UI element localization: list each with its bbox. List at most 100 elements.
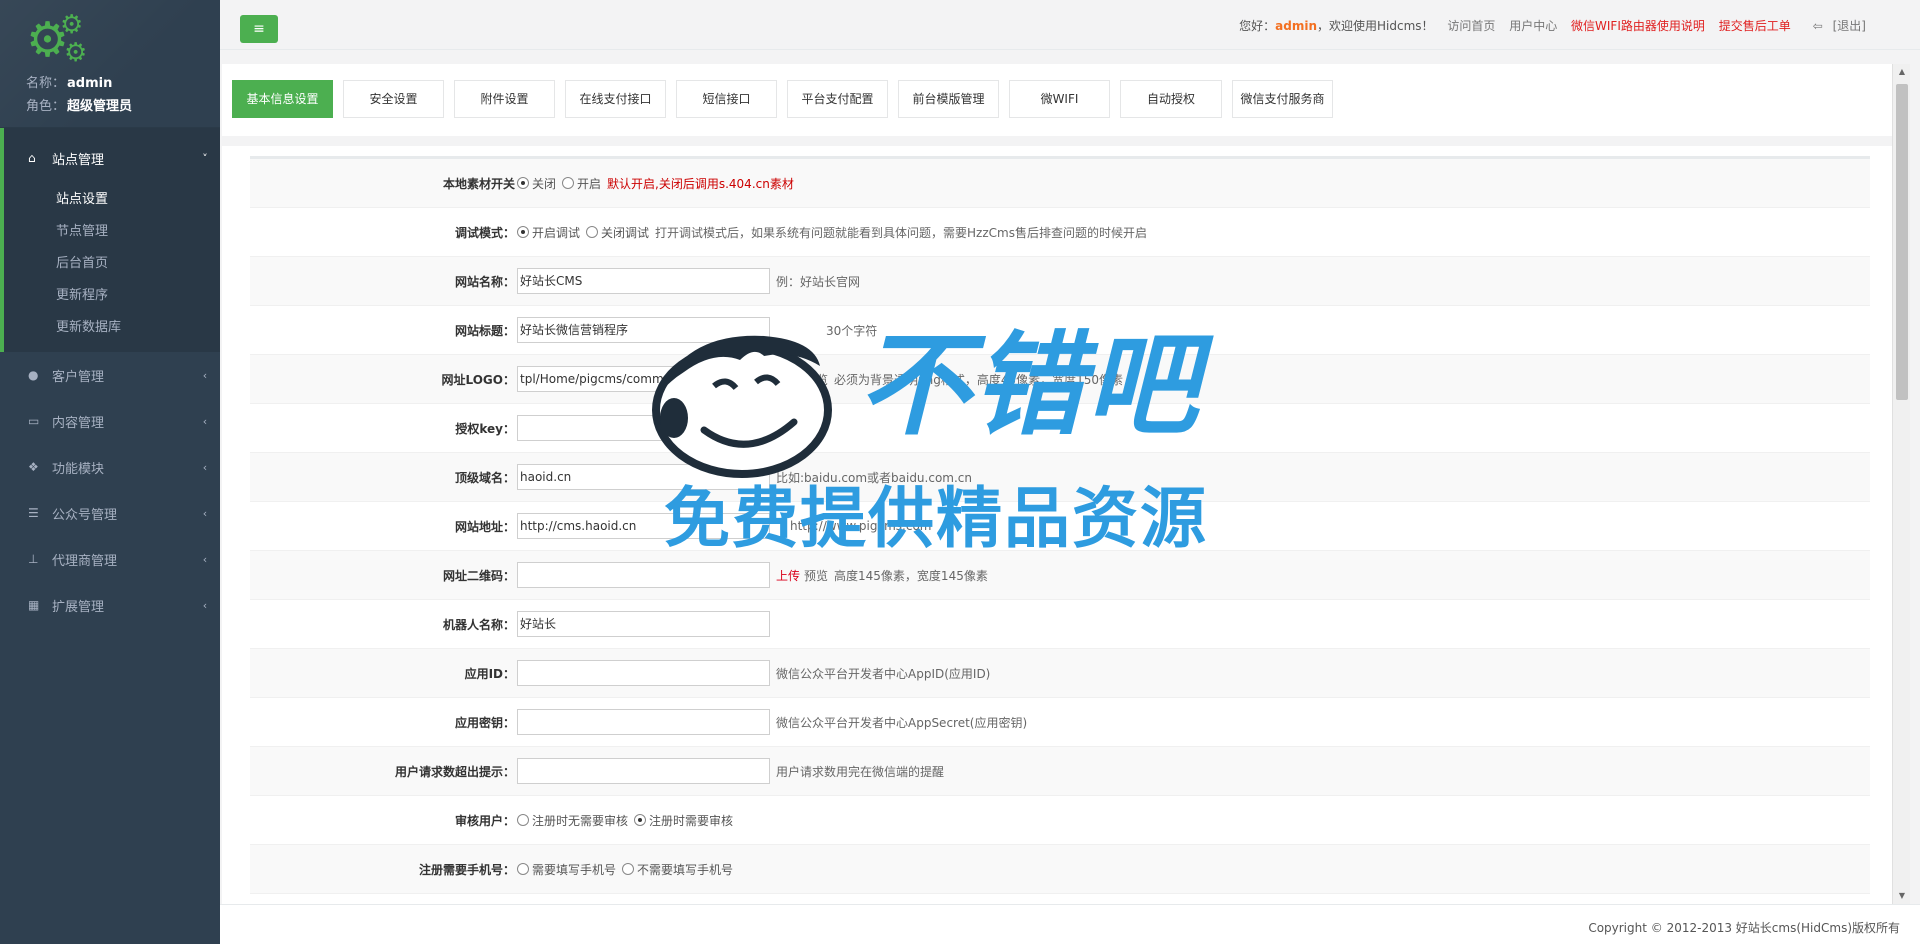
row-site-name: 网站名称： 好站长CMS 例：好站长官网 xyxy=(250,257,1870,306)
vertical-scrollbar[interactable]: ▲ ▼ xyxy=(1892,64,1910,904)
site-submenu: 站点设置 节点管理 后台首页 更新程序 更新数据库 xyxy=(4,184,220,352)
appid-input[interactable] xyxy=(517,660,770,686)
over-limit-input[interactable] xyxy=(517,758,770,784)
sidebar-item-content[interactable]: ▭ 内容管理 ‹ xyxy=(0,398,220,444)
sidebar-item-customers[interactable]: ● 客户管理 ‹ xyxy=(0,352,220,398)
row-local-material: 本地素材开关 关闭 开启 默认开启,关闭后调用s.404.cn素材 xyxy=(250,159,1870,208)
logo-upload-link[interactable]: 上传 xyxy=(776,371,800,388)
qrcode-input[interactable] xyxy=(517,562,770,588)
row-qrcode: 网址二维码： 上传 预览 高度145像素，宽度145像素 xyxy=(250,551,1870,600)
submenu-node-manage[interactable]: 节点管理 xyxy=(4,216,220,248)
logo-url-input[interactable]: tpl/Home/pigcms/common/images/logo-pigcm… xyxy=(517,366,770,392)
logout-link[interactable]: ⇦ [退出] xyxy=(1803,19,1866,33)
tab-attachment[interactable]: 附件设置 xyxy=(454,80,555,118)
field-hint: http://www.pigcms.com xyxy=(790,519,932,533)
debug-on-radio[interactable]: 开启调试 xyxy=(517,224,580,241)
tab-basic-info[interactable]: 基本信息设置 xyxy=(232,80,333,118)
radio-label: 开启调试 xyxy=(532,225,581,240)
row-appid: 应用ID： 微信公众平台开发者中心AppID(应用ID) xyxy=(250,649,1870,698)
field-hint: 高度145像素，宽度145像素 xyxy=(834,568,988,583)
submenu-site-settings[interactable]: 站点设置 xyxy=(4,184,220,216)
scroll-up-icon[interactable]: ▲ xyxy=(1893,64,1911,80)
field-label: 网址LOGO： xyxy=(441,372,515,387)
role-label: 角色： xyxy=(26,99,66,114)
submenu-update-database[interactable]: 更新数据库 xyxy=(4,312,220,344)
sidebar-item-modules[interactable]: ❖ 功能模块 ‹ xyxy=(0,444,220,490)
sidebar-item-modules-header[interactable]: ❖ 功能模块 ‹ xyxy=(0,444,220,490)
audit-no-radio[interactable]: 注册时无需要审核 xyxy=(517,812,628,829)
tab-online-payment[interactable]: 在线支付接口 xyxy=(565,80,666,118)
phone-not-required-radio[interactable]: 不需要填写手机号 xyxy=(622,861,733,878)
visit-home-link[interactable]: 访问首页 xyxy=(1447,19,1495,33)
row-site-title: 网站标题： 好站长微信营销程序 30个字符 xyxy=(250,306,1870,355)
sidebar-item-label: 客户管理 xyxy=(52,369,105,385)
sidebar-item-extensions[interactable]: ▦ 扩展管理 ‹ xyxy=(0,582,220,628)
user-icon: ● xyxy=(28,368,39,382)
chevron-left-icon: ‹ xyxy=(202,598,208,612)
debug-off-radio[interactable]: 关闭调试 xyxy=(586,224,649,241)
tab-security[interactable]: 安全设置 xyxy=(343,80,444,118)
field-label: 审核用户： xyxy=(454,813,515,828)
profile-role: 角色： 超级管理员 xyxy=(26,95,220,114)
wifi-router-guide-link[interactable]: 微信WIFI路由器使用说明 xyxy=(1571,19,1705,33)
field-hint: 默认开启,关闭后调用s.404.cn素材 xyxy=(607,176,794,191)
appsecret-input[interactable] xyxy=(517,709,770,735)
tab-sms[interactable]: 短信接口 xyxy=(676,80,777,118)
radio-label: 开启 xyxy=(577,176,602,191)
scroll-down-icon[interactable]: ▼ xyxy=(1893,888,1911,904)
menu-toggle-button[interactable]: ≡ xyxy=(240,15,278,43)
submit-ticket-link[interactable]: 提交售后工单 xyxy=(1719,19,1791,33)
robot-name-input[interactable]: 好站长 xyxy=(517,611,770,637)
sidebar-item-official-accounts-header[interactable]: ☰ 公众号管理 ‹ xyxy=(0,490,220,536)
sidebar-item-agents[interactable]: ⊥ 代理商管理 ‹ xyxy=(0,536,220,582)
site-name-input[interactable]: 好站长CMS xyxy=(517,268,770,294)
local-material-off-radio[interactable]: 关闭 xyxy=(517,175,556,192)
user-center-link[interactable]: 用户中心 xyxy=(1509,19,1557,33)
sidebar-item-label: 功能模块 xyxy=(52,461,105,477)
grid-icon: ▦ xyxy=(28,598,40,612)
site-url-input[interactable]: http://cms.haoid.cn xyxy=(517,513,770,539)
profile-name: 名称： admin xyxy=(26,72,220,91)
audit-yes-radio[interactable]: 注册时需要审核 xyxy=(634,812,733,829)
sidebar-item-extensions-header[interactable]: ▦ 扩展管理 ‹ xyxy=(0,582,220,628)
tab-auto-auth[interactable]: 自动授权 xyxy=(1120,80,1222,118)
local-material-on-radio[interactable]: 开启 xyxy=(562,175,601,192)
site-title-input[interactable]: 好站长微信营销程序 xyxy=(517,317,770,343)
name-value: admin xyxy=(67,76,113,91)
field-hint: 30个字符 xyxy=(826,323,878,338)
qrcode-preview-link[interactable]: 预览 xyxy=(804,567,828,584)
tab-platform-payment[interactable]: 平台支付配置 xyxy=(787,80,888,118)
sidebar-item-content-header[interactable]: ▭ 内容管理 ‹ xyxy=(0,398,220,444)
field-hint: 微信公众平台开发者中心AppSecret(应用密钥) xyxy=(776,715,1028,730)
sidebar-item-customers-header[interactable]: ● 客户管理 ‹ xyxy=(0,352,220,398)
qrcode-upload-link[interactable]: 上传 xyxy=(776,567,800,584)
scroll-thumb[interactable] xyxy=(1896,84,1908,400)
top-domain-input[interactable]: haoid.cn xyxy=(517,464,770,490)
phone-required-radio[interactable]: 需要填写手机号 xyxy=(517,861,616,878)
copyright-text: Copyright © 2012-2013 好站长cms(HidCms)版权所有 xyxy=(1588,921,1900,935)
chevron-left-icon: ‹ xyxy=(202,368,208,382)
sidebar-item-site-header[interactable]: ⌂ 站点管理 ˅ xyxy=(4,128,220,184)
sidebar-item-site[interactable]: ⌂ 站点管理 ˅ 站点设置 节点管理 后台首页 更新程序 更新数据库 xyxy=(0,128,220,352)
row-phone-required: 注册需要手机号： 需要填写手机号 不需要填写手机号 xyxy=(250,845,1870,894)
footer: Copyright © 2012-2013 好站长cms(HidCms)版权所有 xyxy=(220,904,1920,944)
greeting-text: 您好： xyxy=(1239,19,1276,33)
field-label: 授权key： xyxy=(455,421,515,436)
logo-preview-link[interactable]: 预览 xyxy=(804,371,828,388)
chevron-left-icon: ‹ xyxy=(202,460,208,474)
radio-label: 关闭调试 xyxy=(601,225,650,240)
submenu-update-program[interactable]: 更新程序 xyxy=(4,280,220,312)
field-label: 本地素材开关 xyxy=(442,176,515,191)
sidebar-item-official-accounts[interactable]: ☰ 公众号管理 ‹ xyxy=(0,490,220,536)
radio-label: 需要填写手机号 xyxy=(532,862,617,877)
tab-wechat-pay-provider[interactable]: 微信支付服务商 xyxy=(1232,80,1333,118)
field-label: 应用密钥： xyxy=(454,715,515,730)
tab-wifi[interactable]: 微WIFI xyxy=(1009,80,1110,118)
row-audit-user: 审核用户： 注册时无需要审核 注册时需要审核 xyxy=(250,796,1870,845)
sidebar-item-agents-header[interactable]: ⊥ 代理商管理 ‹ xyxy=(0,536,220,582)
auth-key-input[interactable] xyxy=(517,415,770,441)
submenu-admin-home[interactable]: 后台首页 xyxy=(4,248,220,280)
field-hint: 必须为背景透明png格式，高度45像素，宽度150像素 xyxy=(834,372,1124,387)
tab-template-manage[interactable]: 前台模版管理 xyxy=(898,80,999,118)
sidebar-item-label: 站点管理 xyxy=(52,152,105,168)
